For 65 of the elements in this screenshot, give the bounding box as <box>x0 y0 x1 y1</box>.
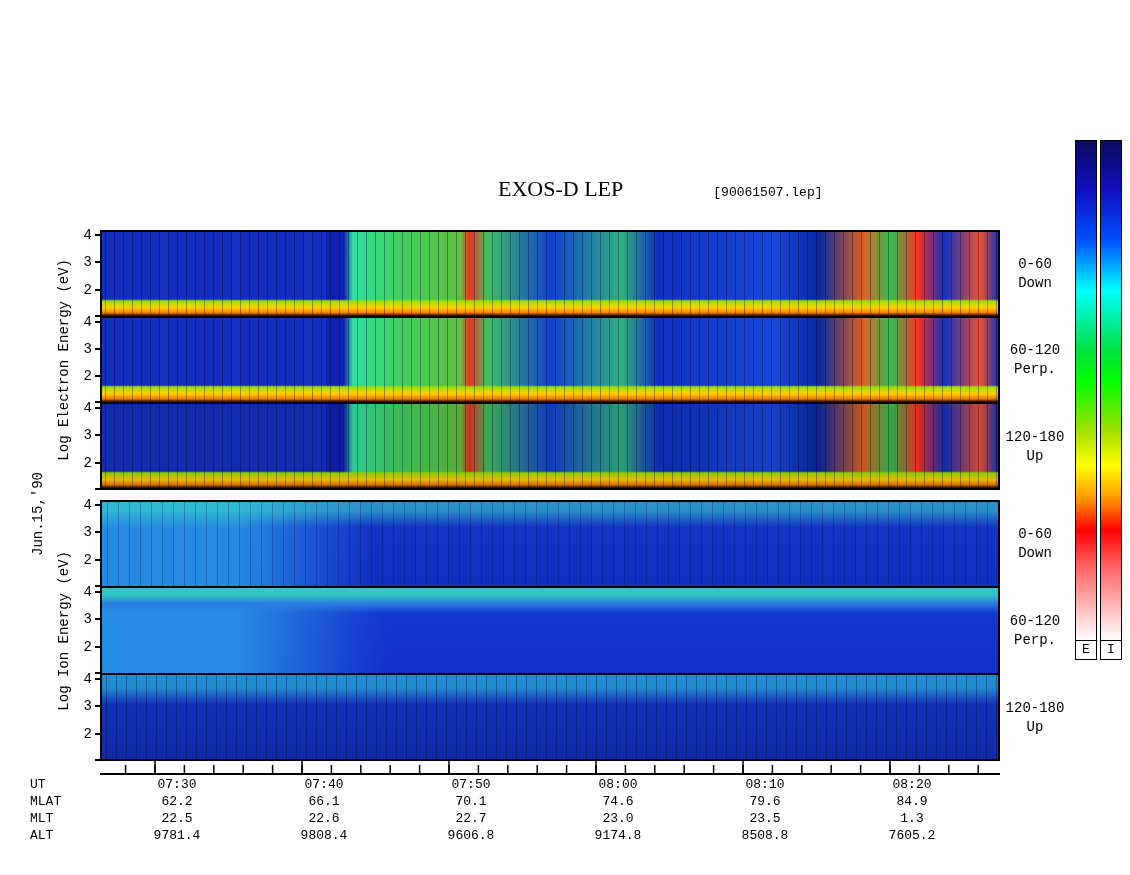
file-label: [90061507.lep] <box>713 185 823 200</box>
axis-value: 08:00 <box>597 776 639 793</box>
direction-label: Up <box>1026 446 1044 466</box>
tick-label: 4 <box>83 313 92 330</box>
colorbar-label: E <box>1075 640 1097 660</box>
date-label: Jun.15,'90 <box>30 472 46 556</box>
axis-value: 1.3 <box>899 810 925 827</box>
axis-value: 07:40 <box>303 776 345 793</box>
direction-label: Down <box>1018 543 1052 563</box>
tick-label: 4 <box>83 399 92 416</box>
tick-label: 4 <box>83 583 92 600</box>
angle-range-label: 0-60 <box>1018 524 1052 544</box>
direction-label: Perp. <box>1014 630 1056 650</box>
angle-range-label: 60-120 <box>1009 341 1061 360</box>
axis-value: 70.1 <box>454 793 488 810</box>
tick-label: 3 <box>83 427 92 444</box>
tick-label: 2 <box>83 367 92 384</box>
axis-value: 23.5 <box>748 810 782 827</box>
axis-value: 9606.8 <box>446 827 496 844</box>
tick-label: 2 <box>83 551 92 568</box>
tick-label: 3 <box>83 698 92 715</box>
axis-value: 22.6 <box>307 810 341 827</box>
direction-label: Up <box>1026 717 1044 737</box>
row-label: MLT <box>29 810 55 827</box>
axis-value: 08:10 <box>744 776 786 793</box>
tick-label: 3 <box>83 340 92 357</box>
row-label: MLAT <box>29 793 63 810</box>
direction-label: Perp. <box>1014 360 1056 379</box>
tick-label: 3 <box>83 524 92 541</box>
tick-label: 3 <box>83 254 92 271</box>
axis-value: 08:20 <box>891 776 933 793</box>
tick-label: 2 <box>83 725 92 742</box>
colorbar-label: I <box>1100 640 1122 660</box>
axis-value: 9174.8 <box>593 827 643 844</box>
tick-label: 4 <box>83 226 92 243</box>
tick-label: 4 <box>83 496 92 513</box>
axis-label: Log Electron Energy (eV) <box>56 259 72 461</box>
axis-value: 9808.4 <box>299 827 349 844</box>
axis-value: 84.9 <box>895 793 929 810</box>
tick-label: 2 <box>83 281 92 298</box>
axis-value: 74.6 <box>601 793 635 810</box>
direction-label: Down <box>1018 273 1052 293</box>
axis-value: 66.1 <box>307 793 341 810</box>
tick-label: 2 <box>83 454 92 471</box>
angle-range-label: 120-180 <box>1005 427 1065 447</box>
axis-value: 07:30 <box>156 776 198 793</box>
axis-value: 9781.4 <box>152 827 202 844</box>
axis-label: Log Ion Energy (eV) <box>56 551 72 711</box>
angle-range-label: 120-180 <box>1005 698 1065 718</box>
axis-value: 8508.8 <box>740 827 790 844</box>
row-label: ALT <box>29 827 55 844</box>
axis-value: 7605.2 <box>887 827 937 844</box>
tick-label: 2 <box>83 638 92 655</box>
angle-range-label: 60-120 <box>1009 611 1061 631</box>
tick-label: 3 <box>83 611 92 628</box>
row-label: UT <box>29 776 47 793</box>
tick-label: 4 <box>83 670 92 687</box>
axis-value: 07:50 <box>450 776 492 793</box>
plot-title: EXOS-D LEP <box>498 176 624 202</box>
axis-value: 22.7 <box>454 810 488 827</box>
axis-value: 62.2 <box>160 793 194 810</box>
axis-value: 23.0 <box>601 810 635 827</box>
axis-value: 79.6 <box>748 793 782 810</box>
axis-value: 22.5 <box>160 810 194 827</box>
angle-range-label: 0-60 <box>1018 254 1052 274</box>
